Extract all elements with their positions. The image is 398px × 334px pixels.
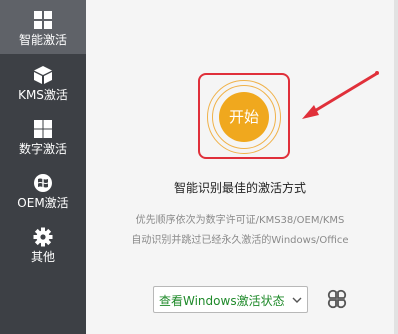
headline: 智能识别最佳的激活方式 xyxy=(173,181,306,195)
sidebar-item-label: 其他 xyxy=(30,250,55,264)
sidebar-item-kms-activation[interactable]: KMS激活 xyxy=(0,55,86,109)
cube-icon xyxy=(34,66,52,84)
activation-status-select-value: 查看Windows激活状态 xyxy=(159,294,285,308)
description-line-1: 优先顺序依次为数字许可证/KMS38/OEM/KMS xyxy=(135,215,345,226)
chevron-down-icon xyxy=(292,297,302,303)
sidebar-item-label: 数字激活 xyxy=(18,142,67,156)
sidebar-item-label: OEM激活 xyxy=(17,196,69,210)
sidebar: 智能激活 KMS激活 数字激活 OEM激活 其他 xyxy=(0,0,86,334)
sidebar-item-oem-activation[interactable]: OEM激活 xyxy=(0,163,86,217)
gear-icon xyxy=(33,227,53,247)
sidebar-item-label: KMS激活 xyxy=(18,88,68,102)
sidebar-item-digital-activation[interactable]: 数字激活 xyxy=(0,109,86,163)
arrow-annotation xyxy=(302,71,379,119)
description-line-2: 自动识别并跳过已经永久激活的Windows/Office xyxy=(131,235,349,246)
windows-xp-icon xyxy=(34,174,52,192)
sidebar-item-label: 智能激活 xyxy=(18,33,67,47)
start-button[interactable]: 开始 xyxy=(219,92,269,142)
clover-icon[interactable] xyxy=(323,285,351,313)
main-panel: 开始 智能识别最佳的激活方式 优先顺序依次为数字许可证/KMS38/OEM/KM… xyxy=(86,0,398,334)
activation-status-select[interactable]: 查看Windows激活状态 xyxy=(153,286,308,313)
windows-icon xyxy=(34,11,52,29)
sidebar-item-other[interactable]: 其他 xyxy=(0,217,86,271)
windows-grid-icon xyxy=(34,120,52,138)
sidebar-item-smart-activation[interactable]: 智能激活 xyxy=(0,0,86,54)
